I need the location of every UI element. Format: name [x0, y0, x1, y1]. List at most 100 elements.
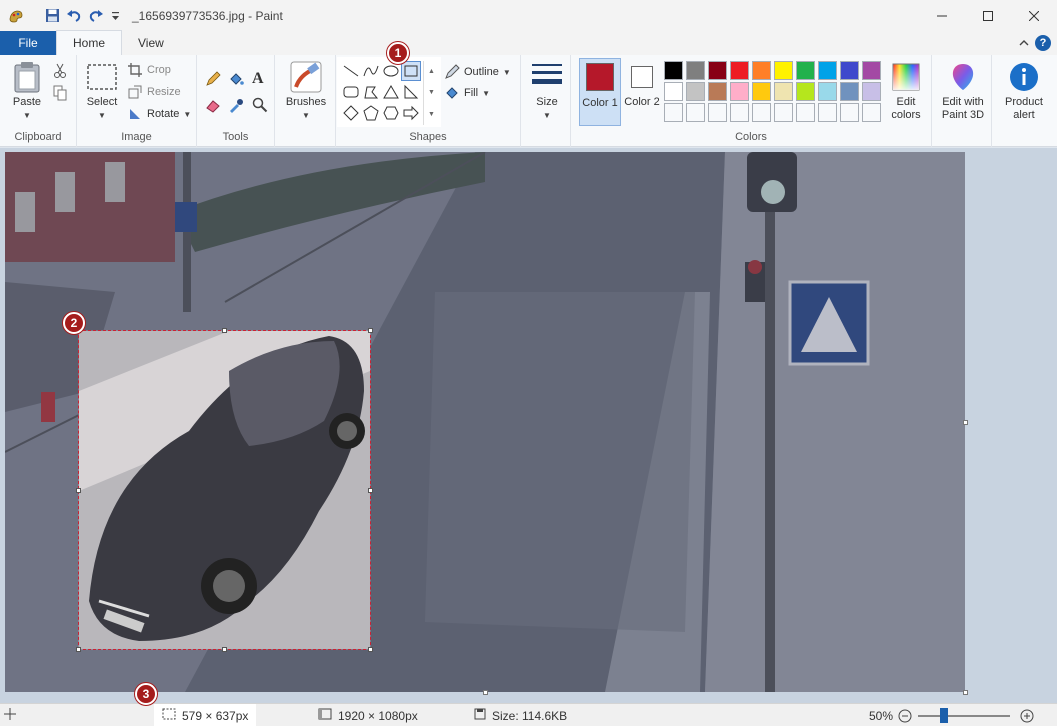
- eraser-icon[interactable]: [205, 95, 221, 115]
- color-picker-icon[interactable]: [228, 95, 244, 115]
- zoom-slider-track[interactable]: [918, 715, 1010, 717]
- maximize-button[interactable]: [965, 0, 1011, 31]
- palette-swatch[interactable]: [796, 82, 815, 101]
- color2-button[interactable]: Color 2: [624, 58, 660, 126]
- selection-handle-right[interactable]: [368, 488, 373, 493]
- tab-file[interactable]: File: [0, 31, 56, 55]
- outline-button[interactable]: Outline ▼: [444, 62, 511, 82]
- canvas-resize-handle-corner[interactable]: [963, 690, 968, 695]
- palette-swatch[interactable]: [840, 82, 859, 101]
- selection-handle-left[interactable]: [76, 488, 81, 493]
- color1-label: Color 1: [582, 97, 618, 109]
- canvas-workspace[interactable]: [0, 148, 1057, 703]
- selection-handle-bottom-left[interactable]: [76, 647, 81, 652]
- palette-swatch[interactable]: [774, 82, 793, 101]
- colors-group-label: Colors: [735, 131, 767, 143]
- palette-swatch[interactable]: [664, 82, 683, 101]
- palette-swatch[interactable]: [752, 82, 771, 101]
- rotate-button[interactable]: Rotate ▼: [127, 104, 191, 124]
- palette-custom-slot[interactable]: [840, 103, 859, 122]
- image-group-label: Image: [121, 131, 152, 143]
- zoom-slider-thumb[interactable]: [940, 708, 948, 723]
- rotate-icon: [127, 106, 143, 122]
- close-button[interactable]: [1011, 0, 1057, 31]
- palette-custom-slot[interactable]: [818, 103, 837, 122]
- palette-custom-slot[interactable]: [796, 103, 815, 122]
- palette-swatch[interactable]: [796, 61, 815, 80]
- palette-swatch[interactable]: [862, 82, 881, 101]
- palette-swatch[interactable]: [708, 82, 727, 101]
- zoom-out-button[interactable]: [898, 704, 912, 726]
- cut-button[interactable]: [52, 61, 68, 81]
- image-size-icon: [318, 708, 332, 723]
- resize-button[interactable]: Resize: [127, 82, 181, 102]
- tab-view[interactable]: View: [122, 31, 180, 55]
- palette-swatch[interactable]: [708, 61, 727, 80]
- palette-swatch[interactable]: [664, 61, 683, 80]
- chevron-down-icon: ▼: [302, 111, 310, 120]
- palette-swatch[interactable]: [840, 61, 859, 80]
- copy-button[interactable]: [52, 83, 68, 103]
- fill-bucket-icon[interactable]: [228, 69, 244, 89]
- edit-colors-button[interactable]: Edit colors: [886, 61, 926, 122]
- image-size-text: 1920 × 1080px: [338, 708, 418, 723]
- product-alert-button[interactable]: Product alert: [996, 61, 1052, 122]
- undo-icon[interactable]: [66, 8, 82, 24]
- palette-swatch[interactable]: [730, 61, 749, 80]
- rotate-label: Rotate: [147, 108, 180, 120]
- palette-swatch[interactable]: [686, 61, 705, 80]
- select-button[interactable]: Select ▼: [83, 61, 121, 122]
- callout-badge-3: 3: [135, 683, 157, 705]
- palette-custom-slot[interactable]: [774, 103, 793, 122]
- palette-swatch[interactable]: [686, 82, 705, 101]
- palette-swatch[interactable]: [730, 82, 749, 101]
- chevron-down-icon: ▼: [502, 67, 511, 77]
- save-icon[interactable]: [44, 8, 60, 24]
- selection-handle-bottom[interactable]: [222, 647, 227, 652]
- canvas-resize-handle-bottom[interactable]: [483, 690, 488, 695]
- selection-handle-top[interactable]: [222, 328, 227, 333]
- palette-custom-slot[interactable]: [752, 103, 771, 122]
- fill-button[interactable]: Fill ▼: [444, 83, 490, 103]
- selection-size-icon: [162, 708, 176, 723]
- tab-home[interactable]: Home: [56, 30, 123, 55]
- crop-button[interactable]: Crop: [127, 60, 171, 80]
- palette-swatch[interactable]: [774, 61, 793, 80]
- palette-swatch[interactable]: [818, 82, 837, 101]
- tools-group-label: Tools: [222, 131, 249, 143]
- shapes-group-label: Shapes: [409, 131, 447, 143]
- color1-button[interactable]: Color 1: [579, 58, 621, 126]
- palette-swatch[interactable]: [752, 61, 771, 80]
- shapes-highlight-frame: [337, 57, 441, 127]
- palette-custom-slot[interactable]: [730, 103, 749, 122]
- palette-swatch[interactable]: [818, 61, 837, 80]
- help-icon[interactable]: ?: [1035, 35, 1051, 51]
- magnifier-icon[interactable]: [252, 95, 268, 115]
- pencil-icon[interactable]: [205, 69, 221, 89]
- palette-custom-slot[interactable]: [862, 103, 881, 122]
- zoom-in-button[interactable]: [1020, 704, 1034, 726]
- image-group: Select ▼ Crop Resize Rotate ▼ Image: [77, 55, 197, 147]
- palette-custom-slot[interactable]: [664, 103, 683, 122]
- disk-icon: [474, 708, 486, 723]
- edit-colors-label: Edit colors: [891, 96, 921, 121]
- text-tool-icon[interactable]: A: [252, 69, 264, 89]
- size-button[interactable]: Size ▼: [527, 61, 567, 122]
- brush-icon: [290, 61, 322, 93]
- minimize-button[interactable]: [919, 0, 965, 31]
- collapse-ribbon-icon[interactable]: [1019, 36, 1029, 50]
- selection-rectangle[interactable]: [76, 328, 373, 652]
- rainbow-palette-icon: [890, 61, 922, 93]
- selection-handle-bottom-right[interactable]: [368, 647, 373, 652]
- brushes-button[interactable]: Brushes ▼: [281, 61, 331, 122]
- customize-toolbar-icon[interactable]: [110, 8, 120, 24]
- palette-custom-slot[interactable]: [708, 103, 727, 122]
- selection-handle-top-right[interactable]: [368, 328, 373, 333]
- palette-swatch[interactable]: [862, 61, 881, 80]
- palette-custom-slot[interactable]: [686, 103, 705, 122]
- edit-with-paint3d-button[interactable]: Edit with Paint 3D: [936, 61, 990, 122]
- paste-button[interactable]: Paste ▼: [8, 61, 46, 122]
- canvas-resize-handle-right[interactable]: [963, 420, 968, 425]
- redo-icon[interactable]: [88, 8, 104, 24]
- chevron-down-icon: ▼: [543, 111, 551, 120]
